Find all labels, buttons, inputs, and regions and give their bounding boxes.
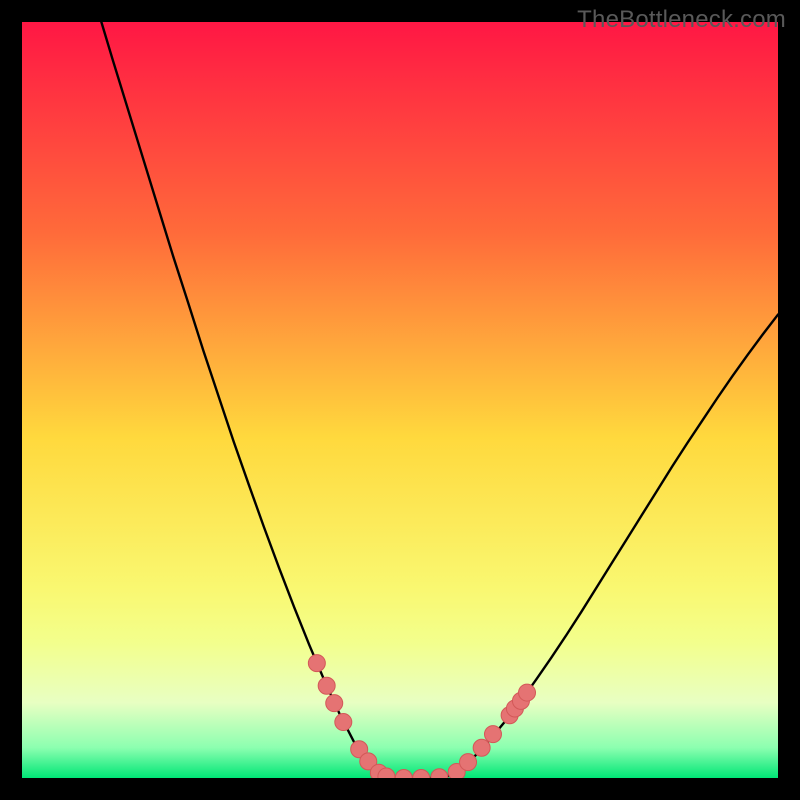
watermark-text: TheBottleneck.com xyxy=(577,6,786,34)
plot-area xyxy=(22,22,778,778)
chart-svg xyxy=(22,22,778,778)
data-marker xyxy=(460,754,477,771)
chart-frame: TheBottleneck.com xyxy=(0,0,800,800)
data-marker xyxy=(308,655,325,672)
data-marker xyxy=(519,684,536,701)
data-marker xyxy=(484,726,501,743)
data-marker xyxy=(335,714,352,731)
data-marker xyxy=(326,695,343,712)
data-marker xyxy=(473,739,490,756)
data-marker xyxy=(318,677,335,694)
